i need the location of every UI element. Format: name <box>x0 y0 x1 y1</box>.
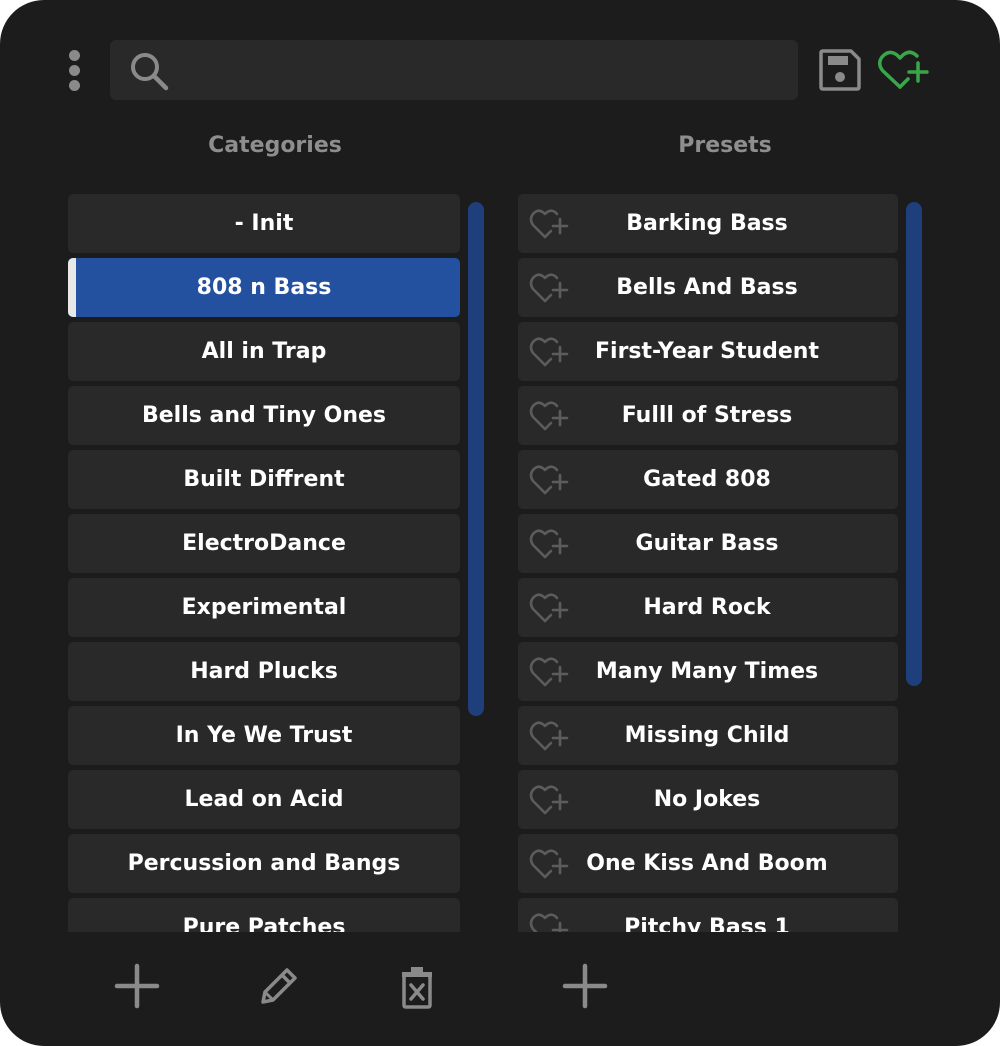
preset-label: Missing Child <box>624 723 790 748</box>
rename-pencil-icon[interactable] <box>255 962 303 1010</box>
preset-label: Hard Rock <box>643 595 771 620</box>
category-label: 808 n Bass <box>196 275 332 300</box>
category-item[interactable]: Percussion and Bangs <box>68 834 460 893</box>
preset-item[interactable]: No Jokes <box>518 770 898 829</box>
preset-item[interactable]: Guitar Bass <box>518 514 898 573</box>
category-label: Experimental <box>181 595 347 620</box>
categories-scrollbar[interactable] <box>468 202 484 716</box>
category-item[interactable]: Bells and Tiny Ones <box>68 386 460 445</box>
categories-heading: Categories <box>208 133 342 158</box>
category-item[interactable]: Lead on Acid <box>68 770 460 829</box>
preset-label: Many Many Times <box>595 659 819 684</box>
preset-label: Fulll of Stress <box>621 403 793 428</box>
heart-plus-icon[interactable] <box>876 46 932 94</box>
search-icon <box>131 53 169 91</box>
category-item[interactable]: Built Diffrent <box>68 450 460 509</box>
category-label: Bells and Tiny Ones <box>141 403 387 428</box>
category-label: Built Diffrent <box>183 467 345 492</box>
preset-label: No Jokes <box>653 787 761 812</box>
category-label: All in Trap <box>201 339 327 364</box>
category-label: In Ye We Trust <box>175 723 353 748</box>
category-label: - Init <box>234 211 294 236</box>
kebab-menu-icon[interactable] <box>64 48 86 92</box>
search-input[interactable] <box>182 50 786 92</box>
preset-item[interactable]: Bells And Bass <box>518 258 898 317</box>
preset-browser-panel: Categories Presets - Init 808 n Bass All… <box>0 0 1000 1046</box>
category-item[interactable]: Experimental <box>68 578 460 637</box>
category-label: ElectroDance <box>182 531 346 556</box>
preset-item[interactable]: One Kiss And Boom <box>518 834 898 893</box>
category-label: Percussion and Bangs <box>127 851 401 876</box>
preset-item[interactable]: First-Year Student <box>518 322 898 381</box>
preset-label: Bells And Bass <box>616 275 798 300</box>
add-category-plus-icon[interactable] <box>113 962 161 1010</box>
preset-label: Gated 808 <box>643 467 771 492</box>
category-item[interactable]: All in Trap <box>68 322 460 381</box>
search-bar[interactable] <box>110 40 798 100</box>
preset-item[interactable]: Missing Child <box>518 706 898 765</box>
category-label: Hard Plucks <box>190 659 338 684</box>
preset-label: Pitchy Bass 1 <box>624 915 790 932</box>
preset-item[interactable]: Hard Rock <box>518 578 898 637</box>
category-item[interactable]: Pure Patches <box>68 898 460 932</box>
preset-label: Guitar Bass <box>635 531 779 556</box>
category-item[interactable]: In Ye We Trust <box>68 706 460 765</box>
category-item[interactable]: Hard Plucks <box>68 642 460 701</box>
presets-list[interactable]: Barking Bass Bells And Bass First-Year Stu… <box>518 194 898 932</box>
presets-heading: Presets <box>678 133 772 158</box>
preset-item[interactable]: Pitchy Bass 1 <box>518 898 898 932</box>
categories-list[interactable]: - Init 808 n Bass All in Trap Bells and … <box>68 194 460 932</box>
category-label: Lead on Acid <box>184 787 344 812</box>
preset-item[interactable]: Many Many Times <box>518 642 898 701</box>
save-icon[interactable] <box>816 46 864 94</box>
presets-scrollbar[interactable] <box>906 202 922 686</box>
preset-item[interactable]: Barking Bass <box>518 194 898 253</box>
category-item-selected[interactable]: 808 n Bass <box>68 258 460 317</box>
category-label: Pure Patches <box>182 915 346 932</box>
delete-trash-icon[interactable] <box>393 962 441 1010</box>
preset-label: First-Year Student <box>595 339 819 364</box>
preset-label: One Kiss And Boom <box>586 851 828 876</box>
category-item[interactable]: ElectroDance <box>68 514 460 573</box>
add-preset-plus-icon[interactable] <box>561 962 609 1010</box>
preset-label: Barking Bass <box>626 211 788 236</box>
preset-item[interactable]: Fulll of Stress <box>518 386 898 445</box>
preset-item[interactable]: Gated 808 <box>518 450 898 509</box>
category-item[interactable]: - Init <box>68 194 460 253</box>
